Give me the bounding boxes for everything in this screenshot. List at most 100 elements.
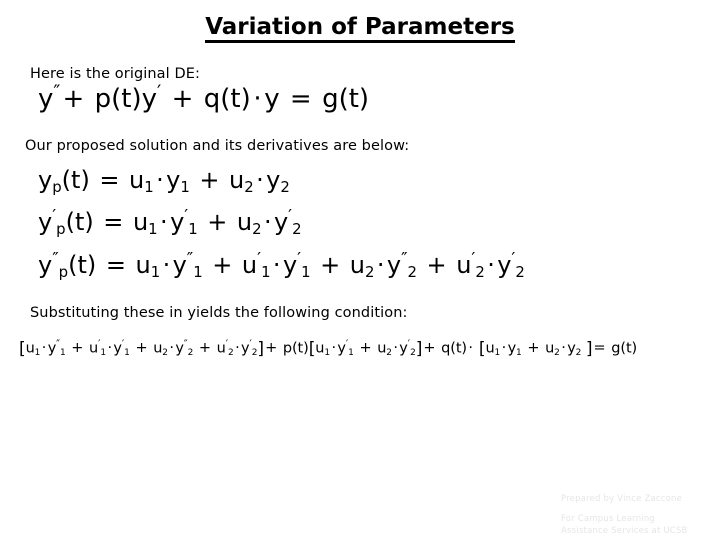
d2-plus-2: + xyxy=(320,251,341,279)
sc-dot-8: · xyxy=(501,340,507,357)
d2-y-a: y xyxy=(172,251,187,279)
sc-dot-1: · xyxy=(41,340,47,357)
d2-dot-a: · xyxy=(162,251,171,279)
eq-de-plus-1: + xyxy=(62,84,85,114)
d2-plus-3: + xyxy=(426,251,447,279)
sc-open-bracket-1: [ xyxy=(19,339,26,359)
d2-sub-1-c: 1 xyxy=(261,263,271,282)
d1-plus: + xyxy=(207,208,228,236)
d1-sub-p: p xyxy=(56,220,66,239)
sc-y-1: y xyxy=(47,340,57,357)
d2-y-b: y xyxy=(282,251,298,279)
sc-y-4: y xyxy=(241,340,250,357)
sc-y-2: y xyxy=(113,340,122,357)
d1-sub-1-a: 1 xyxy=(148,220,158,239)
d1-sub-1-b: 1 xyxy=(188,220,198,239)
sym-dot-b: · xyxy=(256,166,264,194)
sc-u-6: u xyxy=(377,340,387,357)
sc-u-2: u xyxy=(89,340,99,357)
sc-sub-4c: 2 xyxy=(554,347,560,358)
sc-sub-1d: 1 xyxy=(124,347,130,358)
d2-sub-2-b: 2 xyxy=(407,263,417,282)
d2-sub-1-a: 1 xyxy=(150,263,161,282)
eq-de-y2: y xyxy=(141,84,157,114)
d1-sub-2-b: 2 xyxy=(292,220,302,239)
equation-original-de: y″+ p(t)y′ + q(t)·y = g(t) xyxy=(38,83,369,114)
sc-plus-1: + xyxy=(71,340,84,357)
equation-substituted-condition: [u1·y″1 + u′1·y′1 + u2·y″2 + u′2·y′2]+ p… xyxy=(19,339,637,359)
sym-sub-1-b: 1 xyxy=(180,178,190,197)
sym-y: y xyxy=(38,166,53,194)
d2-y-d: y xyxy=(497,251,512,279)
slide-canvas: Variation of Parameters Here is the orig… xyxy=(0,0,720,540)
sym-sub-2-b: 2 xyxy=(280,178,290,197)
eq-de-p-of-t: p(t) xyxy=(94,84,142,114)
d1-y-b: y xyxy=(273,208,289,236)
sym-y-a: y xyxy=(166,166,181,194)
d2-u-d: u xyxy=(456,251,472,279)
sc-y-5: y xyxy=(337,340,346,357)
sym-sub-1-a: 1 xyxy=(144,178,154,197)
sc-plus-4: + xyxy=(265,340,278,357)
sc-y-3: y xyxy=(175,340,184,357)
sym-equals: = xyxy=(99,166,120,194)
sc-sub-4d: 2 xyxy=(575,347,582,358)
sc-y-8: y xyxy=(567,340,576,357)
sc-sub-2c: 2 xyxy=(228,347,234,358)
sym-plus-a: + xyxy=(199,166,220,194)
sc-u-8: u xyxy=(545,340,555,357)
sc-close-bracket-1: ] xyxy=(257,339,264,359)
d1-u-a: u xyxy=(132,208,149,236)
d2-t: t xyxy=(77,251,87,279)
intro-line-proposed-solution: Our proposed solution and its derivative… xyxy=(25,138,410,154)
d1-close-paren: ) xyxy=(84,208,94,236)
sc-y-6: y xyxy=(399,340,408,357)
d2-y-c: y xyxy=(386,251,402,279)
d1-y: y xyxy=(38,208,53,236)
intro-line-substitution: Substituting these in yields the followi… xyxy=(30,305,408,321)
d2-u-c: u xyxy=(349,251,365,279)
sym-sub-p: p xyxy=(52,178,62,197)
sc-u-4: u xyxy=(216,340,226,357)
d2-dot-d: · xyxy=(487,251,495,279)
d2-close-paren: ) xyxy=(86,251,97,279)
sym-sub-2-a: 2 xyxy=(244,178,254,197)
sc-equals: = xyxy=(593,340,606,357)
sym-dot-a: · xyxy=(156,166,164,194)
intro-line-original-de: Here is the original DE: xyxy=(30,66,201,82)
sc-plus-6: + xyxy=(423,340,436,357)
sc-u-5: u xyxy=(315,340,325,357)
d2-u-b: u xyxy=(241,251,258,279)
d2-equals: = xyxy=(105,251,126,279)
sc-plus-2: + xyxy=(135,340,148,357)
credit-line-author: Prepared by Vince Zaccone xyxy=(561,494,683,504)
d2-sub-p: p xyxy=(58,263,69,282)
d1-open-paren: ( xyxy=(65,208,75,236)
sc-sub-3b: 1 xyxy=(348,347,354,358)
sc-sub-4b: 1 xyxy=(516,347,522,358)
d2-dot-c: · xyxy=(376,251,385,279)
d2-sub-1-b: 1 xyxy=(193,263,203,282)
eq-de-y: y xyxy=(38,84,54,114)
sym-y-b: y xyxy=(266,166,281,194)
page-title: Variation of Parameters xyxy=(0,14,720,44)
sym-open-paren: ( xyxy=(61,166,72,194)
sc-plus-7: + xyxy=(527,340,540,357)
d2-plus-1: + xyxy=(212,251,233,279)
sc-dot-7: · xyxy=(468,340,473,357)
sym-u-a: u xyxy=(129,166,145,194)
credit-line-org-2: Assistance Services at UCSB xyxy=(561,526,688,536)
sc-sub-2b: 2 xyxy=(187,347,194,358)
eq-de-prime: ′ xyxy=(157,82,162,104)
sc-sub-1b: 1 xyxy=(59,347,66,358)
sc-q-of-t: q(t) xyxy=(441,340,467,357)
d2-sub-2-c: 2 xyxy=(475,263,485,282)
d1-sub-2-a: 2 xyxy=(252,220,262,239)
sc-y-7: y xyxy=(507,340,517,357)
d2-u-a: u xyxy=(135,251,151,279)
d1-u-b: u xyxy=(236,208,253,236)
equation-proposed-solution: yp(t) = u1·y1 + u2·y2 xyxy=(38,166,290,195)
d2-y: y xyxy=(38,251,53,279)
eq-de-plus-2: + xyxy=(171,84,194,114)
d1-equals: = xyxy=(103,208,124,236)
